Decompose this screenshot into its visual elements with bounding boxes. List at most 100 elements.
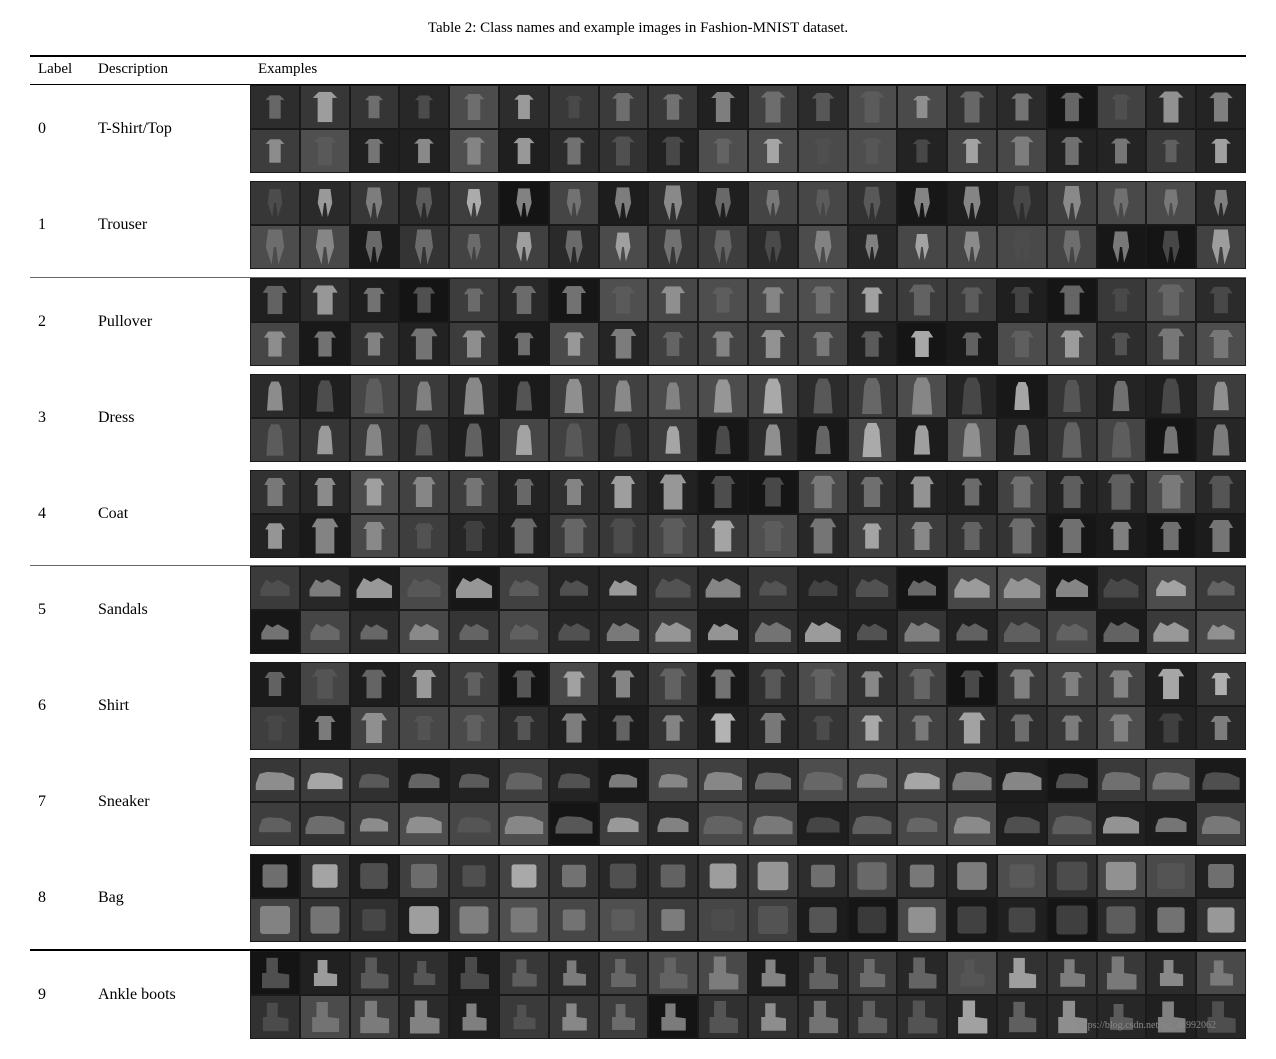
- example-image-cell: [1196, 514, 1246, 558]
- example-image-cell: [250, 470, 300, 514]
- spacer-row: [30, 462, 1246, 470]
- example-image-cell: [499, 322, 549, 366]
- row-examples: [250, 662, 1246, 750]
- example-image-cell: [350, 470, 400, 514]
- example-image-cell: [897, 662, 947, 706]
- example-image-cell: [997, 514, 1047, 558]
- example-image-cell: [599, 802, 649, 846]
- row-description: Bag: [90, 854, 250, 942]
- example-image-cell: [549, 898, 599, 942]
- example-image-cell: [549, 374, 599, 418]
- example-image-cell: [1146, 470, 1196, 514]
- spacer-row: [30, 366, 1246, 374]
- example-image-cell: [848, 706, 898, 750]
- example-image-cell: [350, 225, 400, 269]
- table-row: 5Sandals: [30, 566, 1246, 655]
- example-image-cell: [798, 898, 848, 942]
- example-image-cell: [947, 951, 997, 995]
- example-image-cell: [499, 951, 549, 995]
- example-image-cell: [250, 706, 300, 750]
- example-image-cell: [648, 278, 698, 322]
- example-image-cell: [300, 514, 350, 558]
- spacer-row: [30, 173, 1246, 181]
- example-image-cell: [1196, 278, 1246, 322]
- example-image-cell: [399, 374, 449, 418]
- spacer-row: [30, 750, 1246, 758]
- example-image-cell: [350, 898, 400, 942]
- example-image-cell: [798, 951, 848, 995]
- example-image-cell: [1146, 225, 1196, 269]
- example-image-cell: [1097, 470, 1147, 514]
- example-image-cell: [350, 566, 400, 610]
- example-image-cell: [599, 374, 649, 418]
- example-image-cell: [698, 802, 748, 846]
- example-image-cell: [947, 129, 997, 173]
- example-image-cell: [748, 225, 798, 269]
- example-image-cell: [798, 995, 848, 1039]
- example-image-cell: [350, 662, 400, 706]
- example-image-cell: [1097, 662, 1147, 706]
- example-image-cell: [698, 566, 748, 610]
- example-image-cell: [997, 566, 1047, 610]
- example-image-cell: [1146, 418, 1196, 462]
- example-image-cell: [897, 802, 947, 846]
- example-image-cell: [897, 181, 947, 225]
- example-image-cell: [947, 470, 997, 514]
- example-image-cell: [798, 225, 848, 269]
- example-image-cell: [848, 470, 898, 514]
- example-image-cell: [1097, 854, 1147, 898]
- example-image-cell: [449, 758, 499, 802]
- example-image-cell: [848, 898, 898, 942]
- example-image-cell: [848, 278, 898, 322]
- example-image-cell: [1047, 566, 1097, 610]
- example-image-cell: [250, 514, 300, 558]
- row-description: Dress: [90, 374, 250, 462]
- example-image-cell: [599, 610, 649, 654]
- example-image-cell: [1097, 802, 1147, 846]
- example-image-cell: [947, 995, 997, 1039]
- example-image-cell: [997, 470, 1047, 514]
- example-image-cell: [549, 566, 599, 610]
- example-image-cell: [648, 610, 698, 654]
- example-image-cell: [748, 706, 798, 750]
- example-image-cell: [1196, 129, 1246, 173]
- example-image-cell: [947, 758, 997, 802]
- example-image-cell: [798, 854, 848, 898]
- example-image-cell: [698, 898, 748, 942]
- example-image-cell: [449, 225, 499, 269]
- example-image-cell: [399, 995, 449, 1039]
- example-image-cell: [250, 758, 300, 802]
- example-image-cell: [350, 418, 400, 462]
- example-image-cell: [599, 951, 649, 995]
- example-image-cell: [997, 418, 1047, 462]
- example-image-cell: [848, 225, 898, 269]
- example-image-cell: [748, 181, 798, 225]
- example-image-cell: [897, 854, 947, 898]
- example-image-cell: [698, 418, 748, 462]
- example-image-cell: [897, 418, 947, 462]
- example-image-cell: [947, 225, 997, 269]
- row-examples: [250, 854, 1246, 942]
- example-image-cell: [499, 898, 549, 942]
- example-image-cell: [549, 854, 599, 898]
- example-image-cell: [698, 181, 748, 225]
- example-image-cell: [300, 418, 350, 462]
- row-label: 3: [30, 374, 90, 462]
- example-image-cell: [648, 129, 698, 173]
- example-image-cell: [399, 418, 449, 462]
- row-description: T-Shirt/Top: [90, 85, 250, 174]
- example-image-cell: [399, 758, 449, 802]
- example-image-cell: [698, 662, 748, 706]
- example-image-cell: [1196, 181, 1246, 225]
- example-image-cell: [648, 898, 698, 942]
- example-image-cell: [300, 322, 350, 366]
- row-label: 1: [30, 181, 90, 269]
- example-image-cell: [947, 278, 997, 322]
- example-image-cell: [1196, 802, 1246, 846]
- example-image-cell: [997, 225, 1047, 269]
- example-image-cell: [499, 854, 549, 898]
- example-image-cell: [549, 995, 599, 1039]
- example-image-cell: [1146, 662, 1196, 706]
- example-image-cell: [250, 278, 300, 322]
- example-image-cell: [499, 470, 549, 514]
